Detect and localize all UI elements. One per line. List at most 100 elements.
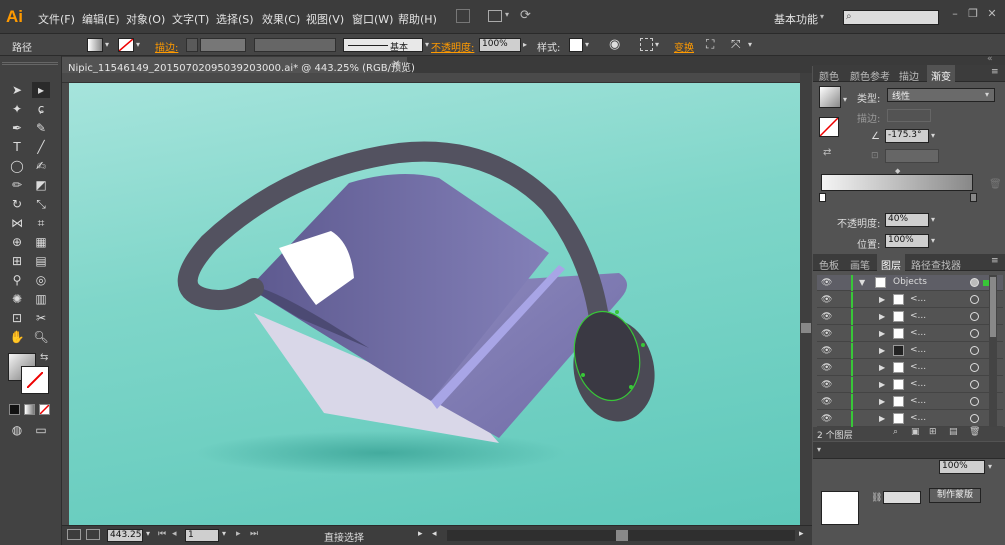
chevron-down-icon[interactable]: ▾ [931, 215, 935, 224]
gradient-stop-right[interactable] [970, 193, 977, 202]
menu-window[interactable]: 窗口(W) [352, 11, 393, 27]
gradient-thumbnail[interactable] [819, 86, 841, 108]
pen-tool-icon[interactable]: ✒ [8, 120, 26, 136]
menu-help[interactable]: 帮助(H) [398, 11, 437, 27]
chevron-down-icon[interactable]: ▾ [585, 40, 589, 49]
trash-icon[interactable]: 🗑︎ [989, 179, 1002, 190]
gradient-type-select[interactable]: 线性 [887, 88, 995, 102]
eraser-tool-icon[interactable]: ◩ [32, 177, 50, 193]
scroll-thumb[interactable] [990, 277, 996, 337]
eye-icon[interactable]: 👁︎ [821, 380, 832, 390]
sublayer-name[interactable]: <... [910, 379, 926, 389]
angle-input[interactable]: -175.3° [885, 129, 929, 143]
close-tab-icon[interactable]: ✕ [392, 59, 400, 70]
graphic-style-swatch[interactable] [569, 38, 583, 52]
stop-location-input[interactable]: 100% [885, 234, 929, 248]
bridge-icon[interactable] [456, 9, 470, 23]
brush-tool-icon[interactable]: ✍ [32, 158, 50, 174]
chevron-down-icon[interactable]: ▾ [988, 462, 992, 471]
new-sublayer-icon[interactable]: ⊞ [929, 427, 937, 437]
eye-icon[interactable]: 👁︎ [821, 363, 832, 373]
eye-icon[interactable]: 👁︎ [821, 414, 832, 424]
chevron-down-icon[interactable]: ▾ [817, 445, 821, 454]
tab-brushes[interactable]: 画笔 [850, 257, 870, 272]
expand-triangle-icon[interactable]: ▶ [879, 295, 885, 304]
sublayer-row[interactable]: 👁︎ ▶ <... [817, 343, 1003, 359]
anchor-point[interactable] [641, 343, 645, 347]
chevron-left-icon[interactable]: ◂ [432, 529, 437, 539]
chevron-down-icon[interactable]: ▾ [985, 90, 989, 99]
chevron-down-icon[interactable]: ▾ [748, 40, 752, 49]
tab-swatches[interactable]: 色板 [819, 257, 839, 272]
tab-pathfinder[interactable]: 路径查找器 [911, 257, 961, 272]
tab-gradient[interactable]: 渐变 [927, 65, 955, 83]
chevron-down-icon[interactable]: ▾ [655, 40, 659, 49]
variable-width-select[interactable] [254, 38, 336, 52]
first-artboard-icon[interactable]: ⏮ [158, 529, 166, 539]
sublayer-row[interactable]: 👁︎ ▶ <... [817, 394, 1003, 410]
sublayer-row[interactable]: 👁︎ ▶ <... [817, 326, 1003, 342]
sublayer-row[interactable]: 👁︎ ▶ <... [817, 360, 1003, 376]
eye-icon[interactable]: 👁︎ [821, 312, 832, 322]
object-thumbnail[interactable] [821, 491, 859, 525]
link-icon[interactable]: ⛓ [871, 493, 882, 503]
layers-scrollbar[interactable] [989, 275, 997, 427]
panel-menu-icon[interactable]: ≡ [991, 67, 999, 77]
menu-file[interactable]: 文件(F) [38, 11, 75, 27]
chevron-down-icon[interactable]: ▾ [505, 10, 509, 19]
sublayer-row[interactable]: 👁︎ ▶ <... [817, 377, 1003, 393]
next-artboard-icon[interactable]: ▸ [236, 529, 241, 539]
mesh-tool-icon[interactable]: ⊞ [8, 253, 26, 269]
menu-view[interactable]: 视图(V) [306, 11, 344, 27]
tab-stroke[interactable]: 描边 [899, 68, 919, 83]
eyedropper-icon[interactable]: ⚲ [8, 272, 26, 288]
target-circle-icon[interactable] [970, 346, 979, 355]
zoom-tool-icon[interactable]: 🔍︎ [32, 329, 50, 345]
expand-triangle-icon[interactable]: ▶ [879, 346, 885, 355]
prev-artboard-icon[interactable]: ◂ [172, 529, 177, 539]
expand-triangle-icon[interactable]: ▶ [879, 380, 885, 389]
tab-color-guide[interactable]: 颜色参考 [850, 68, 890, 83]
shape-builder-icon[interactable]: ⊕ [8, 234, 26, 250]
vertical-scrollbar[interactable] [800, 73, 812, 525]
scale-tool-icon[interactable]: ⤡ [32, 196, 50, 212]
rotate-tool-icon[interactable]: ↻ [8, 196, 26, 212]
gpu-performance-icon[interactable]: ⟳ [520, 8, 531, 23]
stroke-weight-input[interactable] [200, 38, 246, 52]
chevron-right-icon[interactable]: ▸ [523, 40, 527, 49]
opacity-input[interactable]: 100% [479, 38, 521, 52]
chevron-down-icon[interactable]: ▾ [820, 12, 824, 21]
isolate-icon[interactable]: ⤧ [731, 37, 741, 52]
opacity-label[interactable]: 不透明度: [431, 39, 474, 54]
chevron-down-icon[interactable]: ▾ [136, 40, 140, 49]
eye-icon[interactable]: 👁︎ [821, 397, 832, 407]
make-mask-button[interactable]: 制作蒙版 [929, 488, 981, 503]
symbol-sprayer-icon[interactable]: ✺ [8, 291, 26, 307]
target-circle-icon[interactable] [970, 278, 979, 287]
tab-color[interactable]: 颜色 [819, 68, 839, 83]
blend-tool-icon[interactable]: ◎ [32, 272, 50, 288]
target-circle-icon[interactable] [970, 363, 979, 372]
menu-effect[interactable]: 效果(C) [262, 11, 300, 27]
anchor-point[interactable] [581, 373, 585, 377]
eye-icon[interactable]: 👁︎ [821, 329, 832, 339]
eye-icon[interactable]: 👁︎ [821, 346, 832, 356]
transform-link[interactable]: 变换 [674, 39, 694, 54]
layer-name[interactable]: Objects [893, 277, 927, 287]
sublayer-name[interactable]: <... [910, 328, 926, 338]
eye-icon[interactable]: 👁︎ [821, 295, 832, 305]
new-layer-icon[interactable]: ▤ [949, 427, 958, 437]
sublayer-name[interactable]: <... [910, 362, 926, 372]
chevron-down-icon[interactable]: ▾ [931, 131, 935, 140]
stop-opacity-input[interactable]: 40% [885, 213, 929, 227]
zoom-input[interactable]: 443.25 [107, 529, 143, 542]
share-icon[interactable] [86, 529, 100, 540]
arrange-docs-icon[interactable] [488, 10, 502, 22]
target-circle-icon[interactable] [970, 380, 979, 389]
search-input[interactable]: ⌕ [843, 10, 939, 25]
expand-triangle-icon[interactable]: ▶ [879, 312, 885, 321]
sublayer-name[interactable]: <... [910, 396, 926, 406]
panel-grip[interactable] [2, 62, 58, 65]
brush-definition-select[interactable]: 基本 [343, 38, 423, 53]
gradient-stop-left[interactable] [819, 193, 826, 202]
